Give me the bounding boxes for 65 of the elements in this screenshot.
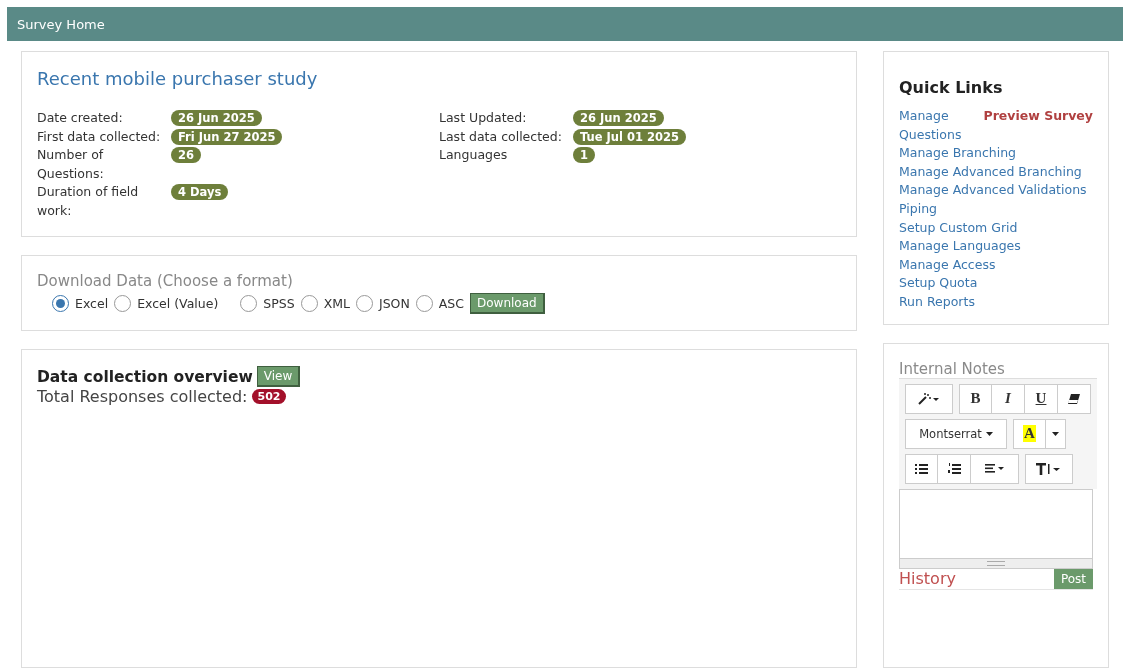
- field-label: Number of Questions:: [37, 146, 105, 183]
- value-badge: Tue Jul 01 2025: [573, 128, 686, 145]
- numbered-list-icon: [947, 463, 961, 475]
- field-label: Date created:: [37, 109, 124, 127]
- eraser-icon: [1068, 393, 1080, 404]
- field-label: First data collected:: [37, 127, 162, 146]
- resize-handle[interactable]: [899, 558, 1093, 569]
- eraser-button[interactable]: [1058, 383, 1091, 414]
- text-color-button[interactable]: A: [1023, 425, 1036, 443]
- format-label: JSON: [378, 296, 410, 311]
- underline-button[interactable]: U: [1025, 383, 1058, 414]
- quick-link[interactable]: Piping: [899, 199, 1093, 219]
- value-badge: 26 Jun 2025: [573, 110, 664, 126]
- line-height-dropdown[interactable]: [1025, 453, 1073, 484]
- magic-wand-icon: [918, 392, 940, 405]
- count-badge: 502: [251, 389, 287, 404]
- download-button[interactable]: Download: [470, 293, 545, 314]
- quick-link[interactable]: Manage Branching: [899, 144, 1093, 163]
- quick-link[interactable]: Setup Quota: [899, 274, 1093, 293]
- field-label: Languages: [439, 146, 509, 164]
- value-badge: 4 Days: [171, 184, 229, 200]
- field-label: Duration of field work:: [37, 183, 140, 220]
- value-badge: 26: [171, 147, 201, 163]
- overview-heading: Data collection overview: [37, 367, 253, 386]
- view-button[interactable]: View: [256, 366, 301, 387]
- numbered-list-button[interactable]: [938, 453, 971, 484]
- bullet-list-icon: [915, 463, 928, 474]
- caret-icon: [1052, 431, 1059, 436]
- format-label: XML: [323, 296, 350, 311]
- font-dropdown[interactable]: Montserrat: [905, 418, 1007, 449]
- field-label: Last data collected:: [439, 127, 563, 146]
- quick-link[interactable]: Run Reports: [899, 292, 1093, 312]
- download-heading: Download Data (Choose a format): [37, 272, 294, 290]
- page-title: Survey Home: [17, 16, 105, 32]
- survey-title: Recent mobile purchaser study: [37, 68, 319, 89]
- quick-link[interactable]: Manage Advanced Validations: [899, 181, 1093, 200]
- quick-link[interactable]: Manage Questions: [899, 107, 979, 145]
- magic-wand-button[interactable]: [905, 383, 953, 414]
- format-label: SPSS: [263, 296, 295, 311]
- total-responses-label: Total Responses collected:: [37, 387, 248, 406]
- value-badge: 26 Jun 2025: [171, 110, 262, 126]
- text-height-icon: [1036, 462, 1062, 475]
- quick-link[interactable]: Setup Custom Grid: [899, 218, 1093, 238]
- caret-icon: [985, 431, 993, 436]
- bullet-list-button[interactable]: [905, 453, 938, 484]
- format-label: ASC: [438, 296, 464, 311]
- bold-button[interactable]: B: [959, 383, 992, 414]
- value-badge: Fri Jun 27 2025: [171, 128, 283, 145]
- field-label: Last Updated:: [439, 109, 528, 127]
- value-badge: 1: [573, 147, 595, 163]
- format-label: Excel: [75, 296, 109, 311]
- notes-input[interactable]: [899, 488, 1093, 559]
- quick-link[interactable]: Manage Languages: [899, 237, 1093, 256]
- italic-button[interactable]: I: [992, 383, 1025, 414]
- align-icon: [984, 464, 1005, 474]
- quick-link[interactable]: Manage Advanced Branching: [899, 162, 1093, 182]
- color-dropdown[interactable]: [1046, 418, 1066, 449]
- history-heading: History: [899, 569, 956, 589]
- align-dropdown[interactable]: [971, 453, 1019, 484]
- post-button[interactable]: Post: [1053, 568, 1093, 589]
- internal-notes-heading: Internal Notes: [899, 359, 1006, 378]
- preview-survey-link[interactable]: Preview Survey: [983, 107, 1093, 126]
- quick-link[interactable]: Manage Access: [899, 255, 1093, 275]
- quick-links-heading: Quick Links: [899, 78, 1004, 97]
- format-label: Excel (Value): [137, 296, 219, 311]
